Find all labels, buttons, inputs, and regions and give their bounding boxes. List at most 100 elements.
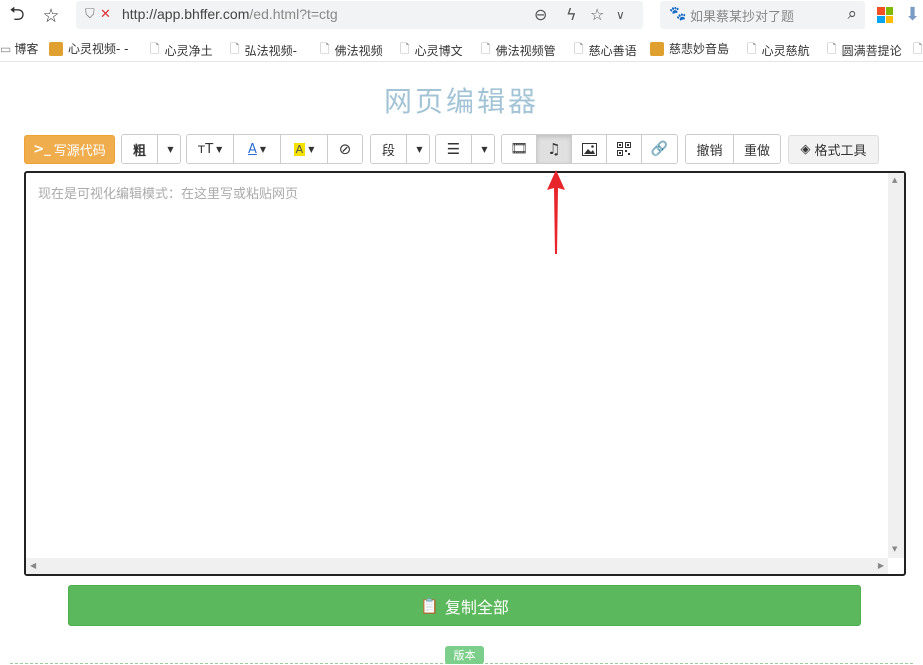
insert-qrcode-button[interactable] — [607, 135, 642, 163]
editor-placeholder: 现在是可视化编辑模式：在这里写或粘贴网页 — [38, 187, 299, 202]
insert-video-button[interactable]: 🎞 — [502, 135, 537, 163]
bold-button[interactable]: 粗 — [122, 135, 158, 163]
windows-logo-icon[interactable] — [877, 7, 893, 23]
bookmark-item[interactable]: 🗋 心灵博文 — [400, 40, 463, 61]
bookmark-item[interactable]: 慈悲妙音島 — [650, 40, 729, 57]
download-icon[interactable]: ⬇ — [905, 4, 920, 25]
write-source-label: 写源代码 — [53, 144, 106, 159]
scroll-right-icon[interactable]: ▶ — [878, 561, 884, 570]
insecure-lock-icon: ✕ — [100, 7, 111, 22]
bookmark-label: 心灵慈航 — [761, 44, 810, 58]
browser-toolbar: ⮌ ☆ ⛉ ✕ http://app.bhffer.com/ed.html?t=… — [0, 0, 923, 32]
scroll-left-icon[interactable]: ◀ — [30, 561, 36, 570]
red-arrow-icon — [547, 170, 565, 254]
bookmark-item[interactable]: 🗋 心灵净土 — [150, 40, 213, 61]
bookmark-item[interactable]: 🗋 佛法视频 — [320, 40, 383, 61]
align-button[interactable]: ☰ — [436, 135, 472, 163]
back-icon[interactable]: ⮌ — [4, 3, 30, 29]
star-icon[interactable]: ☆ — [38, 3, 64, 29]
page-icon: 🗋 — [747, 42, 757, 56]
link-icon: 🔗 — [650, 141, 669, 157]
bookmark-label: 慈心善语 — [588, 44, 637, 58]
font-group: ᴛT ▼ A ▼ A ▼ ⊘ — [186, 134, 363, 164]
bookmark-label: 心灵视频- - — [68, 42, 129, 56]
paragraph-group: 段 ▼ — [370, 134, 430, 164]
format-tools-button[interactable]: ◈ 格式工具 — [788, 135, 879, 164]
history-group: 撤销 重做 — [685, 134, 781, 164]
url-path: /ed.html?t=ctg — [249, 6, 338, 22]
bookmark-item[interactable]: ▭ 博客 — [0, 40, 38, 57]
undo-button[interactable]: 撤销 — [686, 135, 734, 163]
page-title: 网页编辑器 — [383, 85, 539, 118]
caret-down-icon: ▼ — [416, 144, 423, 154]
clear-format-button[interactable]: ⊘ — [328, 135, 362, 163]
search-icon[interactable]: ⌕ — [847, 4, 857, 24]
scroll-down-icon[interactable]: ▼ — [892, 545, 897, 553]
scroll-up-icon[interactable]: ▲ — [892, 176, 897, 184]
page-icon: 🗋 — [320, 42, 330, 56]
folder-icon: ▭ — [0, 41, 12, 56]
caret-down-icon: ▼ — [259, 144, 267, 154]
page-icon: 🗋 — [481, 42, 491, 56]
paragraph-button[interactable]: 段 — [371, 135, 407, 163]
write-source-button[interactable]: >_ 写源代码 — [24, 135, 115, 164]
bookmark-item[interactable]: 🗋 慈心善语 — [574, 40, 637, 61]
clear-format-icon: ⊘ — [338, 140, 352, 158]
editor-toolbar: >_ 写源代码 粗 ▼ ᴛT ▼ A ▼ A ▼ ⊘ 段 ▼ ☰ ▼ 🎞 ♫ 🔗 撤销… — [0, 134, 923, 164]
url-host: http://app.bhffer.com — [122, 6, 250, 22]
favicon-image-icon — [49, 41, 63, 56]
bookmark-label: 慈悲妙音島 — [669, 42, 730, 56]
align-center-icon: ☰ — [446, 140, 461, 158]
address-bar[interactable]: ⛉ ✕ http://app.bhffer.com/ed.html?t=ctg … — [76, 1, 643, 29]
clipboard-icon: 📋 — [420, 596, 439, 615]
insert-link-button[interactable]: 🔗 — [642, 135, 677, 163]
chevron-down-icon[interactable]: ∨ — [616, 8, 625, 22]
format-tools-label: 格式工具 — [814, 144, 867, 159]
bookmark-item[interactable]: 🗋 圆满菩提论 — [827, 40, 902, 61]
favorite-star-icon[interactable]: ☆ — [590, 5, 604, 24]
bookmark-label: 圆满菩提论 — [841, 44, 902, 58]
bookmark-item[interactable]: 🗋 心灵慈航 — [747, 40, 810, 61]
lightning-icon[interactable]: ϟ — [566, 5, 577, 24]
redo-button[interactable]: 重做 — [734, 135, 780, 163]
caret-down-icon: ▼ — [216, 144, 223, 154]
image-icon — [581, 142, 597, 156]
align-group: ☰ ▼ — [435, 134, 495, 164]
paragraph-dropdown[interactable]: ▼ — [407, 135, 429, 163]
font-color-button[interactable]: A ▼ — [234, 135, 281, 163]
horizontal-scrollbar[interactable]: ◀ ▶ — [26, 558, 888, 574]
copy-all-button[interactable]: 📋 复制全部 — [68, 585, 861, 626]
shield-icon: ⛉ — [85, 7, 95, 22]
page-icon: 🗋 — [150, 42, 160, 56]
align-dropdown[interactable]: ▼ — [472, 135, 494, 163]
caret-down-icon: ▼ — [308, 144, 315, 154]
insert-image-button[interactable] — [572, 135, 607, 163]
page-icon: 🗋 — [230, 42, 240, 56]
bookmark-item[interactable]: 🗋 — [913, 40, 923, 61]
font-size-button[interactable]: ᴛT ▼ — [187, 135, 234, 163]
bookmark-item[interactable]: 🗋 佛法视频管 — [481, 40, 556, 61]
highlight-color-button[interactable]: A ▼ — [281, 135, 328, 163]
bookmark-label: 博客 — [14, 42, 39, 56]
vertical-scrollbar[interactable]: ▲ ▼ — [888, 173, 904, 558]
insert-audio-button[interactable]: ♫ — [537, 135, 572, 163]
bookmark-label: 弘法视频- — [244, 44, 297, 58]
bold-dropdown[interactable]: ▼ — [158, 135, 180, 163]
page-icon: 🗋 — [574, 42, 584, 56]
page-icon: 🗋 — [913, 42, 923, 56]
baidu-paw-icon: 🐾 — [669, 6, 687, 22]
eye-slash-icon: ◈ — [800, 142, 811, 157]
bookmark-item[interactable]: 🗋 弘法视频- — [230, 40, 297, 61]
highlight-color-icon: A — [293, 142, 306, 156]
zoom-icon[interactable]: ⊖ — [534, 5, 547, 24]
bookmarks-bar: ▭ 博客 心灵视频- - 🗋 心灵净土 🗋 弘法视频- 🗋 佛法视频 🗋 心灵博文 🗋 佛法… — [0, 34, 923, 62]
terminal-prompt-icon: >_ — [33, 142, 51, 157]
bookmark-item[interactable]: 心灵视频- - — [49, 40, 128, 57]
editor-area[interactable]: 现在是可视化编辑模式：在这里写或粘贴网页 ▲ ▼ ◀ ▶ — [24, 171, 906, 576]
search-box[interactable]: 🐾 如果蔡某抄对了题 ⌕ — [660, 1, 865, 29]
url-text[interactable]: http://app.bhffer.com/ed.html?t=ctg — [122, 6, 338, 22]
font-color-icon: A — [247, 141, 257, 157]
music-note-icon: ♫ — [547, 140, 561, 158]
version-badge[interactable]: 版本 — [445, 646, 484, 664]
bookmark-label: 心灵净土 — [164, 44, 213, 58]
